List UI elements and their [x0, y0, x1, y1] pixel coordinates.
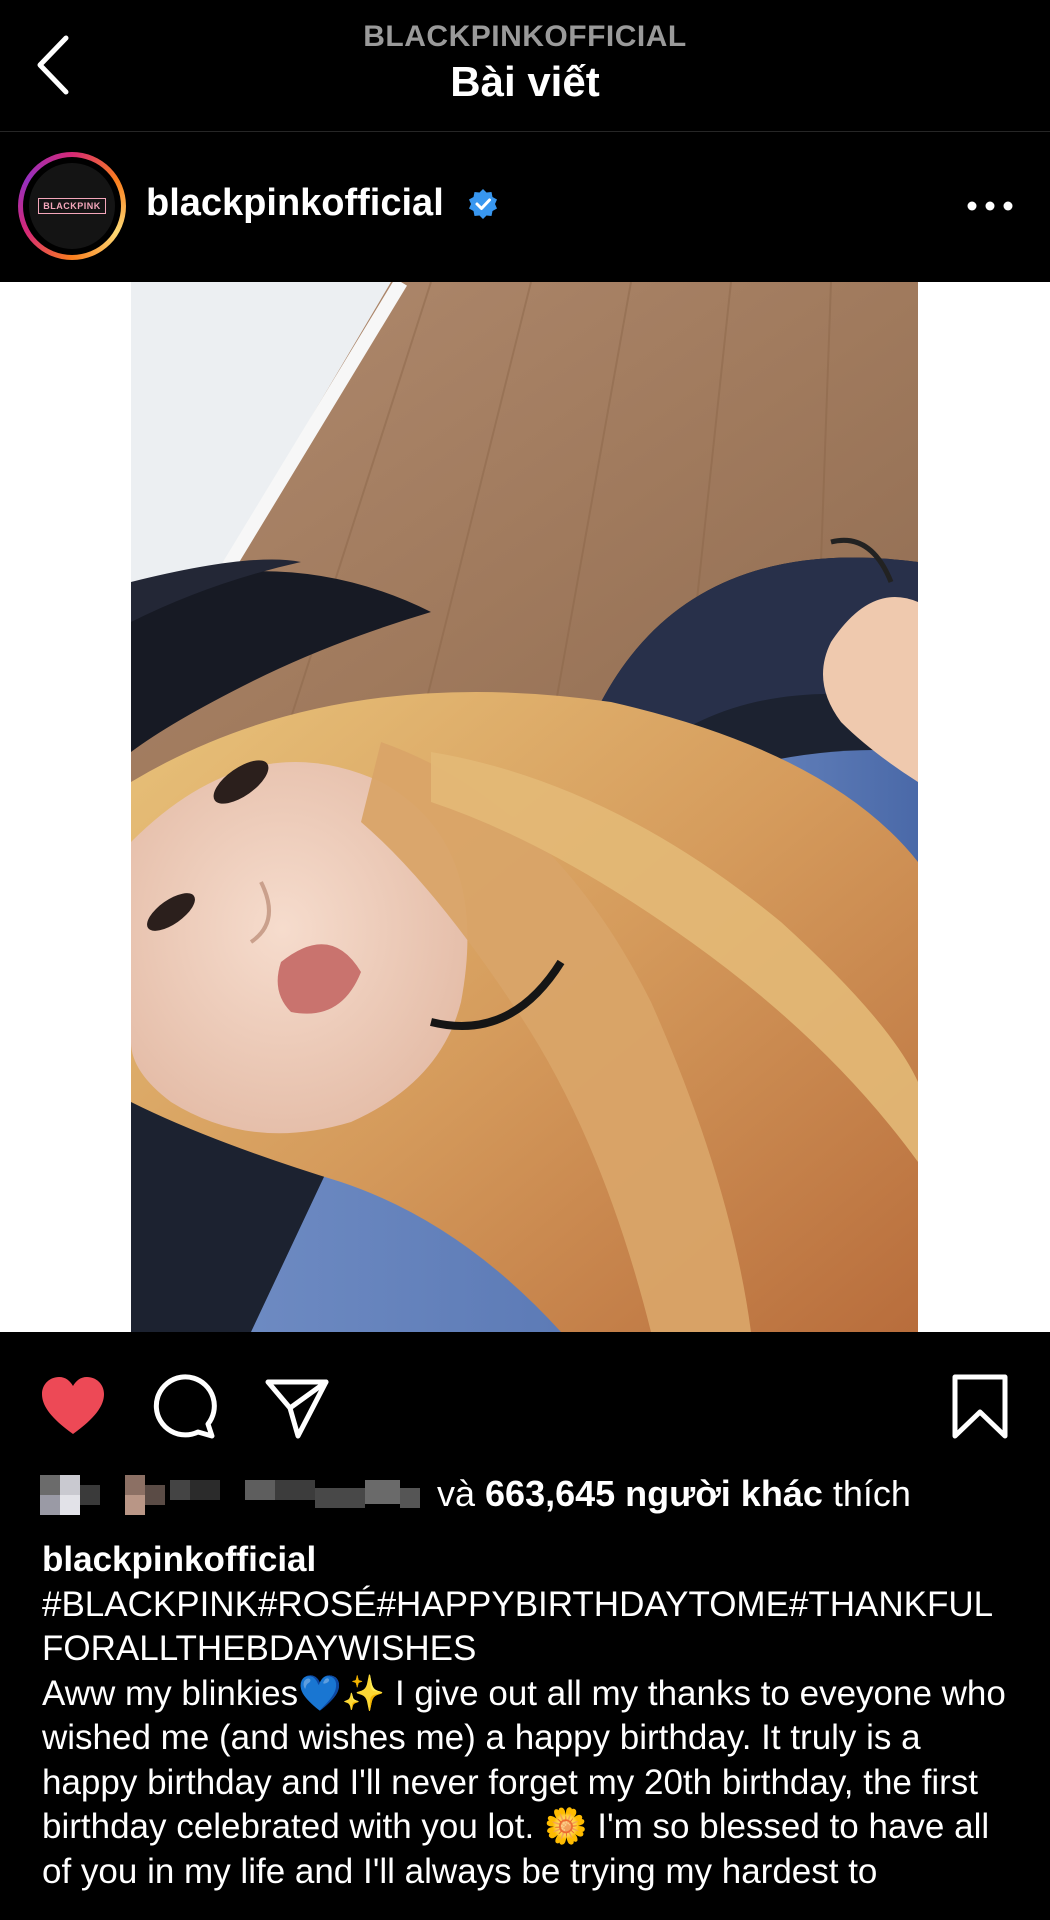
blurred-liker-avatars — [40, 1475, 420, 1515]
avatar-logo: BLACKPINK — [38, 198, 106, 214]
post-caption: blackpinkofficial #BLACKPINK#ROSÉ#HAPPYB… — [42, 1538, 1012, 1894]
post-photo-frame — [0, 282, 1050, 1332]
verified-badge-icon — [469, 189, 497, 219]
likes-summary[interactable]: và 663,645 người khác thích — [40, 1470, 1020, 1520]
avatar[interactable]: BLACKPINK — [18, 152, 126, 260]
more-horizontal-icon[interactable] — [962, 192, 1018, 220]
likes-text[interactable]: và 663,645 người khác thích — [437, 1473, 911, 1515]
post-username[interactable]: blackpinkofficial — [146, 182, 444, 225]
top-bar: BLACKPINKOFFICIAL Bài viết — [0, 0, 1050, 132]
comment-icon[interactable] — [150, 1372, 220, 1442]
instagram-post-screen: BLACKPINKOFFICIAL Bài viết BLACKPINK bla… — [0, 0, 1050, 1920]
page-title: Bài viết — [450, 58, 600, 105]
post-author-row: BLACKPINK blackpinkofficial — [0, 132, 1050, 282]
heart-filled-icon[interactable] — [38, 1372, 108, 1442]
bookmark-icon[interactable] — [945, 1372, 1015, 1442]
paper-plane-icon[interactable] — [262, 1372, 332, 1442]
caption-hashtags[interactable]: #BLACKPINK#ROSÉ#HAPPYBIRTHDAYTOME#THANKF… — [42, 1583, 1012, 1672]
likes-count[interactable]: 663,645 người khác — [485, 1473, 823, 1514]
caption-text: Aww my blinkies💙✨ I give out all my than… — [42, 1673, 1006, 1891]
header-account-name: BLACKPINKOFFICIAL — [363, 20, 687, 53]
post-photo[interactable] — [131, 282, 918, 1332]
caption-username[interactable]: blackpinkofficial — [42, 1538, 1012, 1583]
post-action-bar — [0, 1332, 1050, 1462]
